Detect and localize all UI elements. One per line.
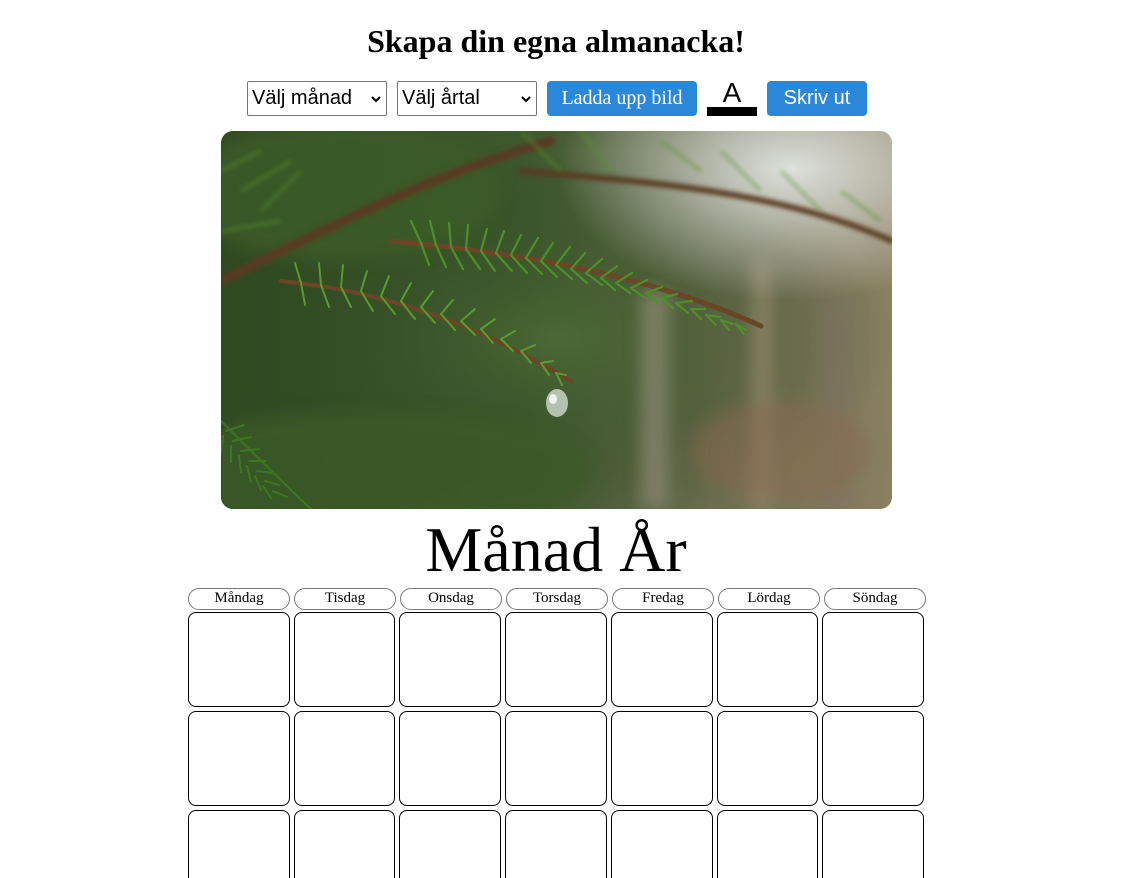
day-cell[interactable]	[293, 810, 396, 878]
calendar-week	[188, 711, 928, 806]
weekday-label: Söndag	[824, 588, 926, 610]
calendar-maker-page: Skapa din egna almanacka! Välj månad Väl…	[0, 0, 1122, 878]
day-cell[interactable]	[505, 711, 607, 806]
day-cell[interactable]	[399, 612, 502, 707]
day-cell[interactable]	[610, 810, 713, 878]
print-button[interactable]: Skriv ut	[767, 81, 867, 116]
day-cell[interactable]	[716, 711, 819, 806]
day-cell[interactable]	[505, 612, 607, 707]
day-cell[interactable]	[293, 711, 396, 806]
weekday-label: Fredag	[612, 588, 714, 610]
weekday-label: Torsdag	[506, 588, 608, 610]
calendar-photo	[221, 131, 892, 509]
weekday-label: Tisdag	[294, 588, 396, 610]
weekday-label: Onsdag	[400, 588, 502, 610]
day-cell[interactable]	[716, 810, 819, 878]
calendar-heading: Månad År	[425, 514, 687, 585]
calendar-grid	[188, 612, 928, 878]
day-cell[interactable]	[188, 612, 290, 707]
weekday-header: Måndag Tisdag Onsdag Torsdag Fredag Lörd…	[188, 588, 930, 610]
calendar-week	[188, 612, 928, 707]
month-select[interactable]: Välj månad	[247, 81, 387, 116]
chevron-down-icon	[521, 95, 531, 102]
month-select-value: Välj månad	[252, 87, 353, 109]
day-cell[interactable]	[610, 711, 713, 806]
day-cell[interactable]	[293, 612, 396, 707]
page-title: Skapa din egna almanacka!	[367, 23, 745, 59]
year-select[interactable]: Välj årtal	[397, 81, 537, 116]
day-cell[interactable]	[188, 711, 290, 806]
text-color-letter: A	[722, 77, 742, 108]
day-cell[interactable]	[505, 810, 607, 878]
day-cell[interactable]	[399, 810, 502, 878]
day-cell[interactable]	[716, 612, 819, 707]
text-color-swatch	[707, 107, 757, 116]
weekday-label: Lördag	[718, 588, 820, 610]
day-cell[interactable]	[822, 810, 925, 878]
toolbar: Välj månad Välj årtal Ladda upp bild A S…	[247, 77, 867, 116]
upload-image-button[interactable]: Ladda upp bild	[547, 81, 697, 116]
calendar-week	[188, 810, 928, 878]
text-color-picker[interactable]: A	[707, 77, 757, 116]
day-cell[interactable]	[610, 612, 713, 707]
weekday-label: Måndag	[188, 588, 290, 610]
pine-branch-image	[221, 131, 892, 509]
day-cell[interactable]	[822, 612, 925, 707]
year-select-value: Välj årtal	[402, 87, 480, 109]
chevron-down-icon	[371, 95, 381, 102]
day-cell[interactable]	[188, 810, 290, 878]
day-cell[interactable]	[399, 711, 502, 806]
day-cell[interactable]	[822, 711, 925, 806]
